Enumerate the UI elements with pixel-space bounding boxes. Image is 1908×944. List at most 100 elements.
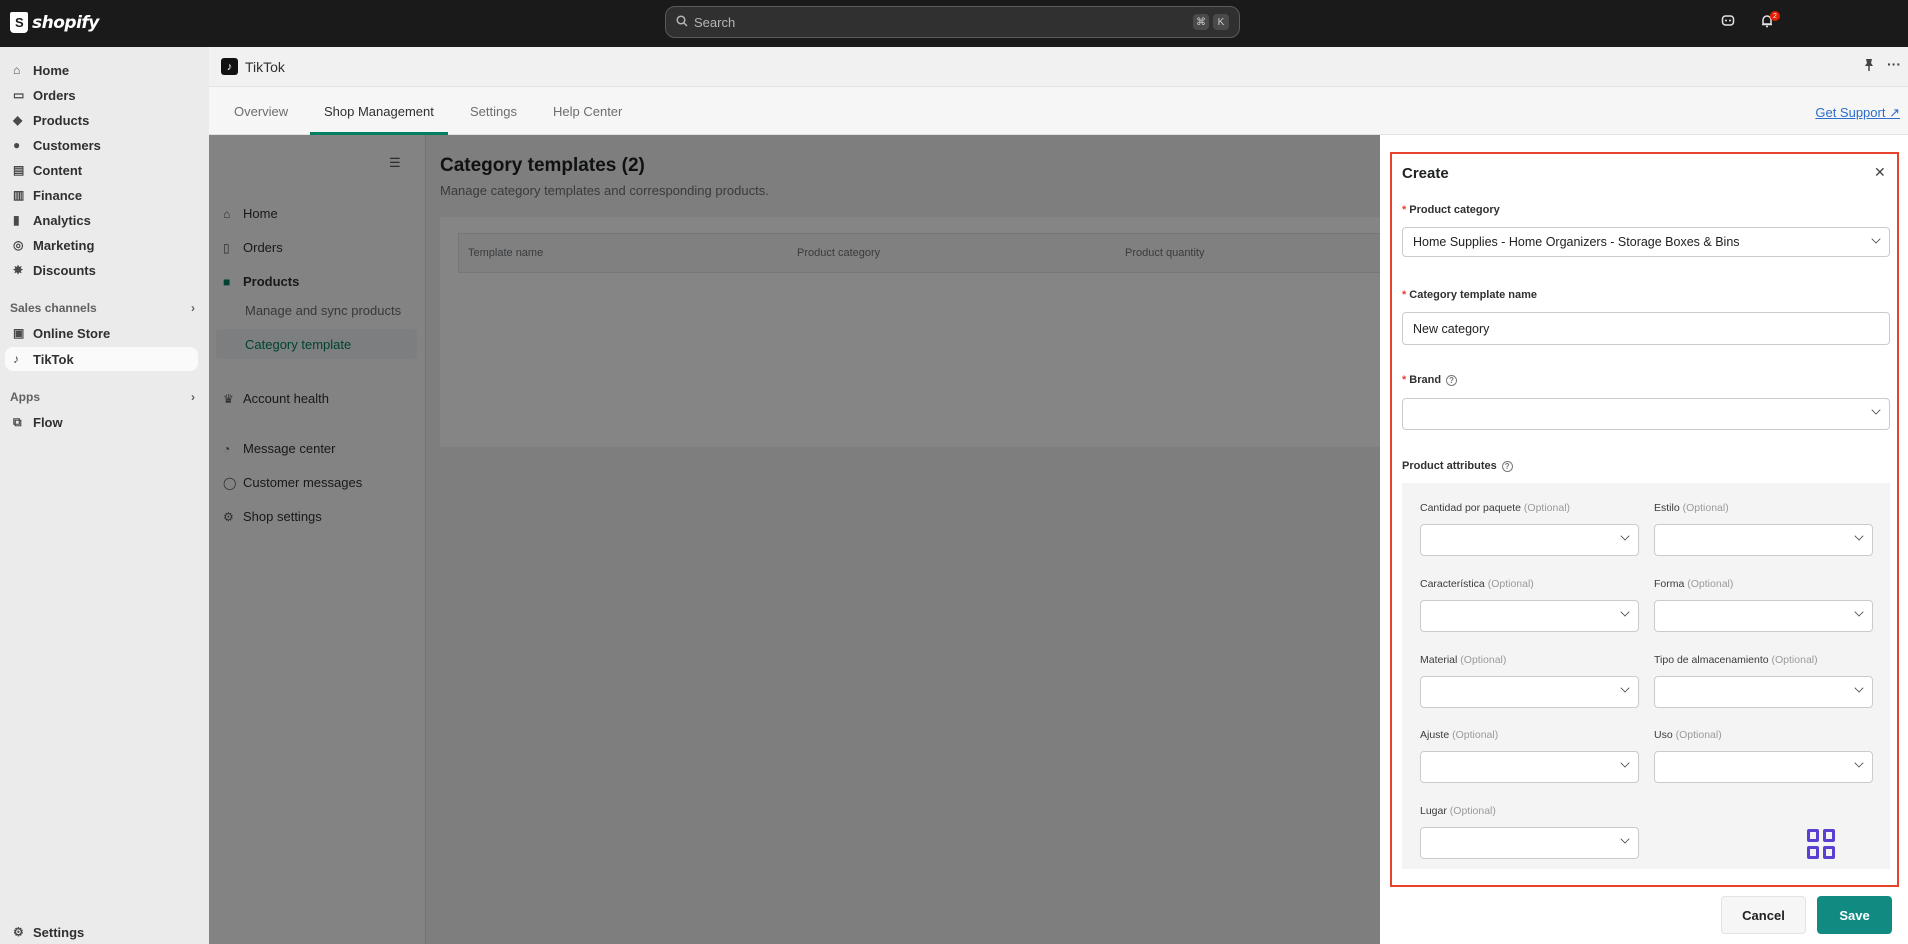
sidebar-item-label: Customers — [33, 137, 101, 153]
content-icon: ▤ — [13, 163, 25, 177]
product-category-value: Home Supplies - Home Organizers - Storag… — [1413, 235, 1740, 249]
sidebar-item-customers[interactable]: ● Customers — [5, 133, 198, 157]
sidebar-item-tiktok[interactable]: ♪ TikTok — [5, 347, 198, 371]
optional-tag: (Optional) — [1487, 578, 1534, 590]
cancel-button[interactable]: Cancel — [1721, 896, 1806, 934]
sidebar-item-label: Flow — [33, 414, 63, 430]
optional-tag: (Optional) — [1523, 502, 1571, 514]
shopify-wordmark: shopify — [32, 12, 99, 33]
sidebar-item-discounts[interactable]: ✸ Discounts — [5, 258, 198, 282]
attr-select-caracteristica[interactable] — [1420, 600, 1639, 632]
save-button[interactable]: Save — [1817, 896, 1892, 934]
pin-icon[interactable] — [1863, 58, 1875, 75]
grid-apps-icon[interactable] — [1807, 829, 1837, 859]
template-name-value: New category — [1413, 321, 1490, 336]
chevron-down-icon — [1620, 834, 1630, 844]
app-title: TikTok — [245, 58, 285, 75]
help-icon[interactable]: ? — [1501, 460, 1513, 472]
product-attributes-label-text: Product attributes — [1402, 460, 1497, 472]
sidebar-item-label: Finance — [33, 187, 83, 203]
attr-label-forma: Forma (Optional) — [1654, 578, 1733, 590]
chevron-down-icon — [1620, 683, 1630, 693]
sidebar-item-content[interactable]: ▤ Content — [5, 158, 198, 182]
chevron-down-icon — [1854, 531, 1864, 541]
attr-select-material[interactable] — [1420, 676, 1639, 708]
attr-label-lugar: Lugar (Optional) — [1420, 805, 1496, 817]
tab-overview[interactable]: Overview — [234, 87, 288, 135]
attr-select-ajuste[interactable] — [1420, 751, 1639, 783]
chevron-right-icon: › — [191, 301, 195, 315]
tiktok-icon: ♪ — [13, 352, 19, 366]
attr-select-lugar[interactable] — [1420, 827, 1639, 859]
sidebar-item-label: TikTok — [33, 351, 74, 367]
apps-header[interactable]: Apps › — [10, 390, 195, 404]
tab-shop-management[interactable]: Shop Management — [310, 87, 448, 135]
more-options-icon[interactable]: ··· — [1887, 56, 1901, 72]
sidebar-item-settings[interactable]: ⚙ Settings — [5, 920, 198, 944]
sidebar-item-label: Products — [33, 112, 90, 128]
gear-icon: ⚙ — [13, 925, 24, 939]
chevron-down-icon — [1854, 683, 1864, 693]
search-icon — [676, 14, 688, 30]
product-attributes-panel: Cantidad por paquete (Optional) Estilo (… — [1402, 483, 1890, 869]
chevron-down-icon — [1854, 758, 1864, 768]
chevron-down-icon — [1620, 758, 1630, 768]
attr-select-forma[interactable] — [1654, 600, 1873, 632]
attr-select-cantidad[interactable] — [1420, 524, 1639, 556]
product-category-select[interactable]: Home Supplies - Home Organizers - Storag… — [1402, 227, 1890, 257]
optional-tag: (Optional) — [1452, 729, 1499, 741]
create-drawer: Create ✕ * Product category Home Supplies… — [1380, 135, 1908, 944]
optional-tag: (Optional) — [1771, 654, 1818, 666]
template-name-input[interactable]: New category — [1402, 312, 1890, 345]
sidebar: ⌂ Home ▭ Orders ◆ Products ● Customers ▤ Cont… — [0, 47, 209, 944]
chevron-down-icon — [1620, 607, 1630, 617]
brand-select[interactable] — [1402, 398, 1890, 430]
attr-select-estilo[interactable] — [1654, 524, 1873, 556]
shopify-bag-icon — [10, 12, 28, 33]
attr-label-material: Material (Optional) — [1420, 654, 1506, 666]
get-support-link[interactable]: Get Support ↗ — [1815, 105, 1900, 121]
sidebar-item-finance[interactable]: ▥ Finance — [5, 183, 198, 207]
sidebar-item-online-store[interactable]: ▣ Online Store — [5, 321, 198, 345]
shopify-logo[interactable]: shopify — [10, 12, 99, 33]
tab-help-center[interactable]: Help Center — [553, 87, 622, 135]
sidebar-item-label: Home — [33, 62, 70, 78]
optional-tag: (Optional) — [1687, 578, 1734, 590]
tab-settings[interactable]: Settings — [470, 87, 517, 135]
template-name-label: * Category template name — [1402, 289, 1537, 301]
person-icon: ● — [13, 138, 21, 152]
sidebar-item-analytics[interactable]: ▮ Analytics — [5, 208, 198, 232]
attr-name: Característica — [1420, 578, 1485, 590]
notification-badge: 2 — [1770, 11, 1780, 21]
target-icon: ◎ — [13, 238, 24, 252]
product-category-label-text: Product category — [1409, 204, 1500, 216]
chat-icon[interactable] — [1721, 14, 1735, 31]
sidebar-item-home[interactable]: ⌂ Home — [5, 58, 198, 82]
apps-title: Apps — [10, 390, 40, 404]
sales-channels-header[interactable]: Sales channels › — [10, 301, 195, 315]
sidebar-item-label: Orders — [33, 87, 76, 103]
product-attributes-label: Product attributes? — [1402, 460, 1513, 472]
flow-icon: ⧉ — [13, 414, 22, 429]
app-tabs: Overview Shop Management Settings Help C… — [209, 87, 1908, 135]
search-input[interactable]: Search ⌘ K — [665, 6, 1240, 38]
attr-name: Uso — [1654, 729, 1673, 741]
close-icon[interactable]: ✕ — [1874, 164, 1886, 181]
attr-label-uso: Uso (Optional) — [1654, 729, 1722, 741]
tag-icon: ◆ — [13, 113, 23, 127]
discount-icon: ✸ — [13, 263, 24, 277]
shortcut-k-key: K — [1213, 14, 1229, 30]
template-name-label-text: Category template name — [1409, 289, 1538, 301]
attr-select-tipo-almacenamiento[interactable] — [1654, 676, 1873, 708]
sidebar-item-orders[interactable]: ▭ Orders — [5, 83, 198, 107]
chevron-down-icon — [1871, 234, 1881, 244]
sidebar-item-products[interactable]: ◆ Products — [5, 108, 198, 132]
attr-name: Material — [1420, 654, 1458, 666]
attr-label-tipo-almacenamiento: Tipo de almacenamiento (Optional) — [1654, 654, 1818, 666]
sidebar-item-flow[interactable]: ⧉ Flow — [5, 410, 198, 434]
help-icon[interactable]: ? — [1446, 374, 1458, 386]
sidebar-item-marketing[interactable]: ◎ Marketing — [5, 233, 198, 257]
shortcut-cmd-key: ⌘ — [1193, 14, 1209, 30]
attr-label-caracteristica: Característica (Optional) — [1420, 578, 1534, 590]
attr-select-uso[interactable] — [1654, 751, 1873, 783]
